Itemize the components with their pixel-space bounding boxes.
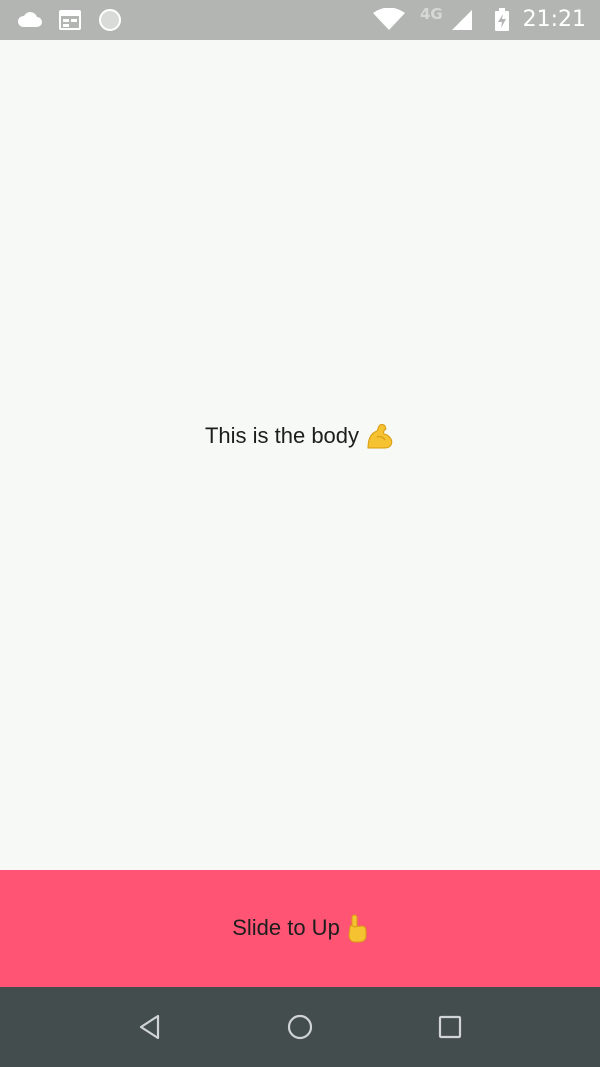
cloud-icon <box>17 12 42 27</box>
back-icon[interactable] <box>135 1012 165 1042</box>
calendar-icon <box>59 10 81 30</box>
flexed-biceps-icon <box>367 424 393 449</box>
recents-icon[interactable] <box>435 1012 465 1042</box>
slide-up-panel[interactable]: Slide to Up <box>0 870 600 987</box>
body-text: This is the body <box>204 423 360 448</box>
body-text-row: This is the body <box>0 420 600 452</box>
battery-charging-icon <box>495 8 509 31</box>
circle-icon <box>99 9 121 31</box>
slide-up-label: Slide to Up <box>232 915 340 940</box>
slide-text-row: Slide to Up <box>0 912 600 944</box>
status-bar: 4G 21:21 <box>0 0 600 40</box>
signal-icon <box>452 10 472 30</box>
home-icon[interactable] <box>285 1012 315 1042</box>
navigation-bar <box>0 987 600 1067</box>
network-label: 4G <box>420 5 443 23</box>
status-time: 21:21 <box>522 7 586 32</box>
body-area: This is the body <box>0 40 600 870</box>
wifi-icon <box>373 8 405 30</box>
pointing-up-icon <box>348 914 367 943</box>
